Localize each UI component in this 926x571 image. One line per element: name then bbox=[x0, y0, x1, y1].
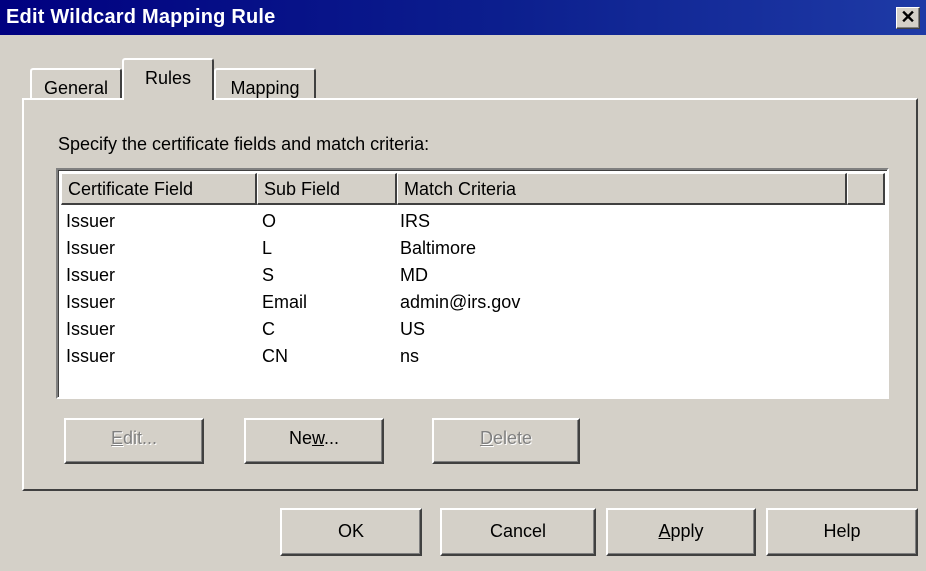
tab-rules[interactable]: Rules bbox=[122, 58, 214, 100]
cell-match-criteria: admin@irs.gov bbox=[400, 292, 521, 312]
edit-wildcard-mapping-dialog: Edit Wildcard Mapping Rule ✕ General Rul… bbox=[0, 0, 926, 571]
column-header-match-criteria[interactable]: Match Criteria bbox=[397, 173, 847, 205]
edit-button-label: Edit... bbox=[110, 428, 158, 448]
tab-general[interactable]: General bbox=[30, 68, 122, 100]
cell-sub-field: CN bbox=[262, 346, 288, 366]
cell-match-criteria: IRS bbox=[400, 211, 431, 231]
column-header-label: Certificate Field bbox=[68, 179, 194, 199]
tab-mapping-label: Mapping bbox=[230, 78, 300, 98]
cell-match-criteria: Baltimore bbox=[400, 238, 477, 258]
cell-match-criteria: MD bbox=[400, 265, 428, 285]
window-title: Edit Wildcard Mapping Rule bbox=[6, 6, 276, 28]
help-button[interactable]: Help bbox=[766, 508, 918, 556]
column-header-label: Match Criteria bbox=[404, 179, 517, 199]
delete-button[interactable]: Delete bbox=[432, 418, 580, 464]
instruction-text: Specify the certificate fields and match… bbox=[58, 134, 430, 154]
cancel-button[interactable]: Cancel bbox=[440, 508, 596, 556]
title-bar[interactable]: Edit Wildcard Mapping Rule ✕ bbox=[0, 0, 926, 35]
cell-match-criteria: ns bbox=[400, 346, 420, 366]
new-button[interactable]: New... bbox=[244, 418, 384, 464]
new-button-label: New... bbox=[288, 428, 340, 448]
cell-certificate-field: Issuer bbox=[66, 292, 116, 312]
rules-list-view[interactable]: Certificate Field Sub Field Match Criter… bbox=[56, 168, 889, 399]
help-button-label: Help bbox=[823, 521, 861, 541]
column-header-label: Sub Field bbox=[264, 179, 341, 199]
cell-certificate-field: Issuer bbox=[66, 238, 116, 258]
close-button[interactable]: ✕ bbox=[896, 7, 920, 29]
cell-sub-field: Email bbox=[262, 292, 308, 312]
cell-certificate-field: Issuer bbox=[66, 319, 116, 339]
cell-sub-field: L bbox=[262, 238, 273, 258]
close-icon: ✕ bbox=[900, 7, 916, 27]
tab-general-label: General bbox=[43, 78, 109, 98]
cell-sub-field: O bbox=[262, 211, 277, 231]
cancel-button-label: Cancel bbox=[489, 521, 547, 541]
delete-button-label: Delete bbox=[479, 428, 533, 448]
cell-certificate-field: Issuer bbox=[66, 211, 116, 231]
cell-certificate-field: Issuer bbox=[66, 265, 116, 285]
ok-button[interactable]: OK bbox=[280, 508, 422, 556]
tab-mapping[interactable]: Mapping bbox=[214, 68, 316, 100]
column-header-empty[interactable] bbox=[847, 173, 885, 205]
cell-sub-field: C bbox=[262, 319, 275, 339]
cell-sub-field: S bbox=[262, 265, 275, 285]
cell-match-criteria: US bbox=[400, 319, 426, 339]
apply-button[interactable]: Apply bbox=[606, 508, 756, 556]
tab-rules-label: Rules bbox=[144, 68, 192, 88]
column-header-sub-field[interactable]: Sub Field bbox=[257, 173, 397, 205]
cell-certificate-field: Issuer bbox=[66, 346, 116, 366]
edit-button[interactable]: Edit... bbox=[64, 418, 204, 464]
ok-button-label: OK bbox=[337, 521, 364, 541]
column-header-certificate-field[interactable]: Certificate Field bbox=[61, 173, 257, 205]
apply-button-label: Apply bbox=[658, 521, 704, 541]
